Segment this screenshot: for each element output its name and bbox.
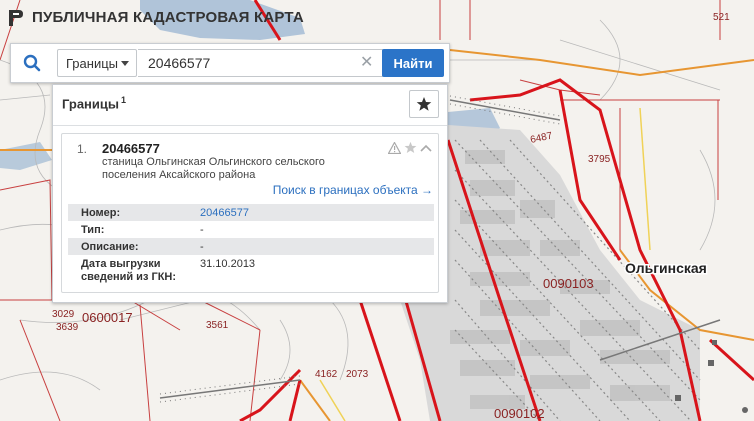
- result-item[interactable]: 1. 20466577 станица Ольгинская Ольгинско…: [61, 133, 439, 293]
- search-bar: Границы ✕ Найти: [10, 43, 450, 83]
- search-type-label: Границы: [66, 55, 118, 71]
- map-label-4162: 4162: [315, 369, 338, 380]
- attr-row-type: Тип: -: [68, 221, 434, 238]
- map-label-0090103: 0090103: [543, 276, 594, 291]
- result-actions: [388, 141, 432, 154]
- attr-row-number: Номер: 20466577: [68, 204, 434, 221]
- attr-value: 31.10.2013: [200, 258, 256, 270]
- attr-row-description: Описание: -: [68, 238, 434, 255]
- map-label-521: 521: [713, 12, 730, 23]
- map-place-name: Ольгинская: [625, 260, 707, 276]
- result-description: станица Ольгинская Ольгинского сельского…: [102, 156, 325, 181]
- warning-icon[interactable]: [388, 141, 401, 154]
- map-label-0600017: 0600017: [82, 310, 133, 325]
- results-title-text: Границы: [62, 96, 119, 112]
- panel-divider: [53, 125, 447, 126]
- search-toggle-button[interactable]: [11, 44, 53, 82]
- favorites-button[interactable]: [409, 90, 439, 118]
- app-title: ПУБЛИЧНАЯ КАДАСТРОВАЯ КАРТА: [32, 9, 304, 26]
- find-button[interactable]: Найти: [382, 49, 444, 77]
- map-label-3029: 3029: [52, 309, 75, 320]
- rosreestr-logo-icon: [9, 10, 23, 26]
- attr-value: -: [200, 224, 204, 236]
- star-outline-icon[interactable]: [404, 141, 417, 154]
- attr-key: Номер:: [81, 207, 121, 219]
- chevron-up-icon[interactable]: [420, 143, 432, 153]
- results-title: Границы 1: [62, 95, 126, 111]
- map-label-3561: 3561: [206, 320, 229, 331]
- search-within-bounds-link[interactable]: Поиск в границах объекта →: [273, 183, 433, 197]
- map-label-0090102: 0090102: [494, 406, 545, 421]
- attr-key: Дата выгрузки сведений из ГКН:: [81, 258, 177, 283]
- search-type-select[interactable]: Границы: [57, 49, 137, 77]
- result-cad-number: 20466577: [102, 141, 160, 156]
- attr-value: -: [200, 241, 204, 253]
- attr-key: Описание:: [81, 241, 139, 253]
- map-label-3639: 3639: [56, 322, 79, 333]
- result-index: 1.: [77, 142, 88, 156]
- map-label-3795: 3795: [588, 154, 611, 165]
- attr-value-link[interactable]: 20466577: [200, 207, 249, 219]
- attr-key: Тип:: [81, 224, 105, 236]
- chevron-down-icon: [121, 61, 129, 66]
- attributes-table: Номер: 20466577 Тип: - Описание: - Дата …: [68, 204, 434, 287]
- attr-row-export-date: Дата выгрузки сведений из ГКН: 31.10.201…: [68, 255, 434, 287]
- search-icon: [23, 54, 41, 72]
- star-icon: [416, 97, 432, 111]
- results-panel: Границы 1 1. 20466577 станица Ольгинская …: [52, 84, 448, 303]
- search-input[interactable]: [138, 49, 383, 77]
- clear-icon[interactable]: ✕: [360, 53, 373, 73]
- results-count: 1: [120, 95, 126, 105]
- map-label-2073: 2073: [346, 369, 369, 380]
